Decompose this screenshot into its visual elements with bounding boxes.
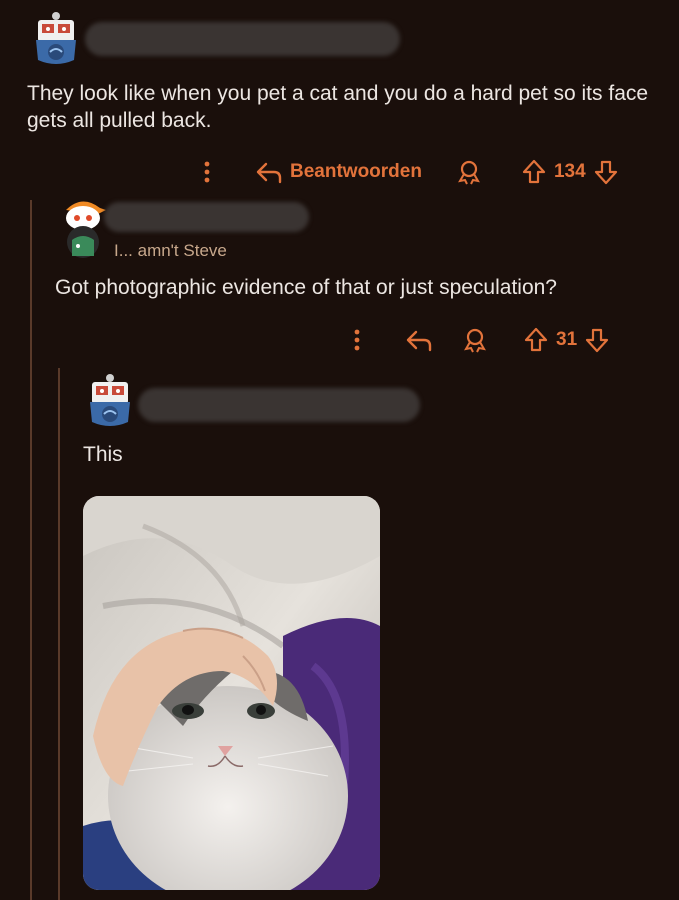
thread-line[interactable] bbox=[30, 200, 32, 900]
user-flair: I... amn't Steve bbox=[114, 241, 227, 260]
redacted-username bbox=[138, 388, 420, 422]
reply-button[interactable] bbox=[404, 328, 434, 352]
cat-photo bbox=[83, 496, 380, 890]
reply-label: Beantwoorden bbox=[290, 161, 422, 182]
redacted-username bbox=[85, 22, 400, 56]
award-icon[interactable] bbox=[456, 159, 482, 185]
award-icon[interactable] bbox=[462, 327, 488, 353]
vote-count: 134 bbox=[553, 161, 586, 182]
user-avatar-snoo-cap[interactable] bbox=[58, 196, 108, 258]
more-icon[interactable] bbox=[196, 160, 218, 184]
comment-actions: 31 bbox=[346, 324, 609, 356]
comment-body: They look like when you pet a cat and yo… bbox=[27, 82, 649, 132]
thread-line[interactable] bbox=[58, 368, 60, 900]
reply-icon bbox=[406, 330, 432, 352]
upvote-icon bbox=[522, 159, 546, 184]
upvote-icon bbox=[524, 327, 548, 352]
upvote-button[interactable] bbox=[524, 327, 548, 353]
user-avatar-snoo-robot[interactable] bbox=[30, 8, 82, 64]
user-avatar-snoo-robot[interactable] bbox=[84, 370, 136, 426]
downvote-button[interactable] bbox=[594, 159, 618, 185]
comment-body: Got photographic evidence of that or jus… bbox=[55, 276, 557, 299]
reply-icon bbox=[256, 162, 282, 184]
downvote-button[interactable] bbox=[585, 327, 609, 353]
redacted-username bbox=[104, 202, 309, 232]
downvote-icon bbox=[594, 160, 617, 185]
vote-count: 31 bbox=[556, 329, 578, 350]
downvote-icon bbox=[586, 328, 609, 353]
more-icon[interactable] bbox=[346, 328, 368, 352]
comment-body: This bbox=[83, 443, 123, 466]
comment-image[interactable] bbox=[83, 496, 380, 890]
comment-actions: Beantwoorden 134 bbox=[196, 156, 618, 188]
reply-button[interactable]: Beantwoorden bbox=[254, 160, 422, 184]
upvote-button[interactable] bbox=[522, 159, 546, 185]
